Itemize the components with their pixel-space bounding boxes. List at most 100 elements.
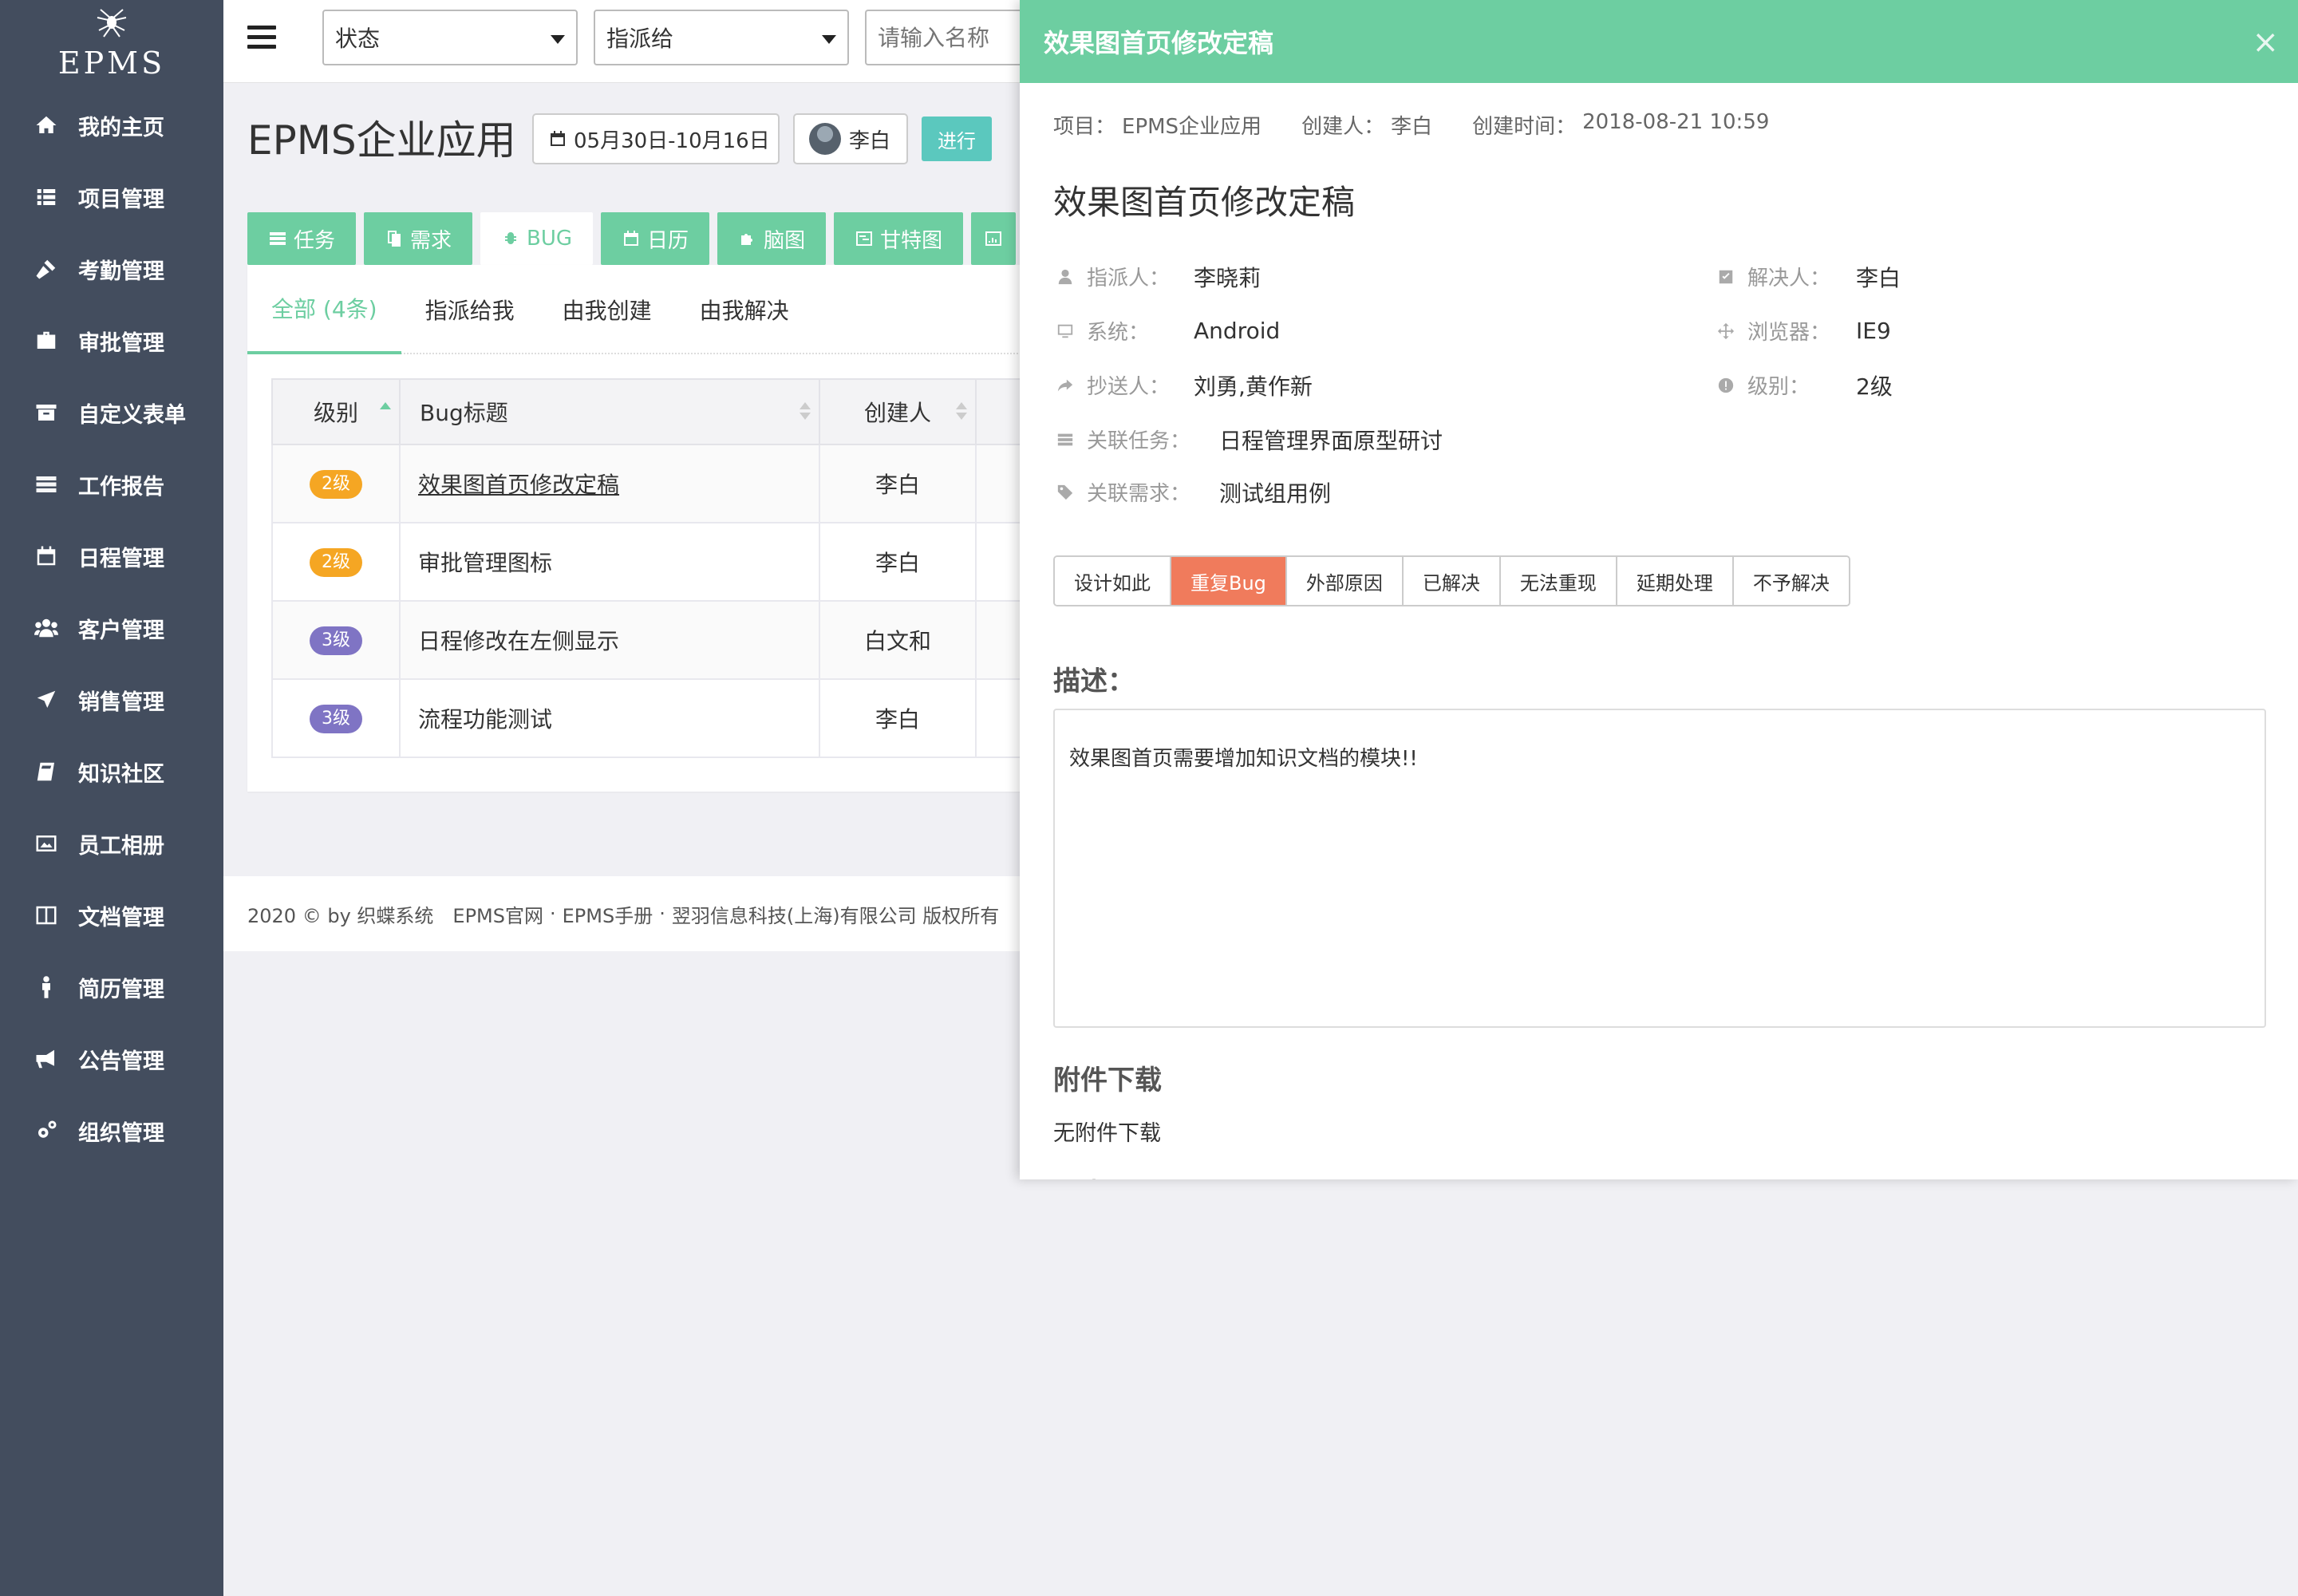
sidebar-item-notices[interactable]: 公告管理 [0,1023,223,1095]
subtab-all[interactable]: 全部 (4条) [247,265,401,354]
sidebar-item-approval[interactable]: 审批管理 [0,305,223,377]
table-row[interactable]: 3级 流程功能测试 李白 [271,678,1021,758]
sidebar-item-attendance[interactable]: 考勤管理 [0,233,223,305]
status-select[interactable]: 状态 [322,10,578,65]
action-wont-fix[interactable]: 不予解决 [1733,557,1849,605]
sidebar-item-documents[interactable]: 文档管理 [0,879,223,951]
sidebar-item-reports[interactable]: 工作报告 [0,448,223,520]
footer-link-manual[interactable]: EPMS手册 [563,900,653,928]
sidebar-item-label: 组织管理 [78,1120,164,1146]
table-row[interactable]: 3级 日程修改在左侧显示 白文和 [271,600,1021,680]
gavel-icon [32,255,61,283]
sidebar-item-schedule[interactable]: 日程管理 [0,520,223,592]
project-status-button[interactable]: 进行 [922,117,992,161]
field-value: 李晓莉 [1194,264,1262,291]
field-value[interactable]: 日程管理界面原型研讨 [1219,424,1443,456]
archive-icon [32,398,61,427]
logo[interactable]: EPMS [0,0,223,86]
table-row[interactable]: 2级 审批管理图标 李白 [271,522,1021,602]
tab-tasks[interactable]: 任务 [247,212,357,265]
picture-icon [32,829,61,858]
action-by-design[interactable]: 设计如此 [1055,557,1171,605]
header-label: 创建人 [863,400,931,426]
bug-title: 效果图首页修改定稿 [1053,183,1356,222]
user-icon [1053,265,1077,289]
level-badge: 3级 [310,705,362,733]
sidebar-item-organization[interactable]: 组织管理 [0,1095,223,1167]
table-row[interactable]: 2级 效果图首页修改定稿 李白 [271,444,1021,523]
description-heading: 描述： [1053,666,1135,697]
bug-title-link[interactable]: 效果图首页修改定稿 [418,472,619,498]
field-value: 2级 [1856,373,1893,400]
footer-copyright: 2020 © by 织蝶系统 [247,904,434,927]
tasks-icon [1053,428,1077,452]
action-postpone[interactable]: 延期处理 [1617,557,1734,605]
subtab-resolved-by-me[interactable]: 由我解决 [676,265,813,354]
tab-report[interactable] [971,212,1017,265]
action-duplicate-bug[interactable]: 重复Bug [1171,557,1287,605]
sidebar-item-customers[interactable]: 客户管理 [0,592,223,664]
column-header-creator[interactable]: 创建人 [819,378,977,445]
tab-gantt[interactable]: 甘特图 [834,212,964,265]
chevron-down-icon [551,35,565,44]
subtab-assigned-to-me[interactable]: 指派给我 [401,265,539,354]
tab-bug[interactable]: BUG [480,212,594,265]
extra-cell [975,522,1021,602]
creator-cell: 白文和 [819,600,977,680]
tab-label: 日历 [647,228,689,253]
sidebar-item-label: 员工相册 [78,833,164,859]
sidebar-item-album[interactable]: 员工相册 [0,808,223,879]
tab-label: 甘特图 [880,228,943,253]
sidebar-item-sales[interactable]: 销售管理 [0,664,223,736]
drawer-header: 效果图首页修改定稿 × [1020,0,2298,83]
date-range-button[interactable]: 05月30日-10月16日 [532,113,780,164]
field-resolver: 解决人： 李白 [1714,262,1901,291]
subtab-created-by-me[interactable]: 由我创建 [539,265,676,354]
menu-toggle-icon[interactable] [247,26,276,54]
desktop-icon [1053,319,1077,343]
tab-mindmap[interactable]: 脑图 [717,212,827,265]
column-header-level[interactable]: 级别 [271,378,401,445]
bug-title[interactable]: 日程修改在左侧显示 [418,628,619,654]
sidebar-item-label: 销售管理 [78,689,164,715]
sidebar-item-custom-form[interactable]: 自定义表单 [0,377,223,448]
assignee-select[interactable]: 指派给 [594,10,849,65]
sidebar-item-label: 审批管理 [78,330,164,356]
level-cell: 2级 [271,444,401,523]
meta-label: 创建人： [1301,115,1385,139]
bug-title[interactable]: 审批管理图标 [418,550,552,576]
project-user-button[interactable]: 李白 [793,113,908,164]
search-input[interactable] [865,10,1040,65]
creator-cell: 李白 [819,444,977,523]
tab-requirements[interactable]: 需求 [364,212,473,265]
exclamation-icon [1714,373,1738,397]
sidebar: EPMS 我的主页 项目管理 考勤管理 审批管理 自定义表单 工作报告 日程管理… [0,0,223,1596]
action-external-cause[interactable]: 外部原因 [1286,557,1404,605]
column-header-title[interactable]: Bug标题 [399,378,820,445]
project-title: EPMS企业应用 [247,117,516,164]
sidebar-item-home[interactable]: 我的主页 [0,89,223,161]
creator-cell: 李白 [819,678,977,758]
field-label: 抄送人： [1087,375,1171,399]
sidebar-item-knowledge[interactable]: 知识社区 [0,736,223,808]
book-icon [32,757,61,786]
action-resolved[interactable]: 已解决 [1403,557,1501,605]
bug-table: 级别 Bug标题 创建人 2级 效果图首页修改定稿 李白 2级 审批管理图标 李… [271,378,1021,758]
field-value: IE9 [1856,318,1891,344]
tab-calendar[interactable]: 日历 [601,212,710,265]
sidebar-item-projects[interactable]: 项目管理 [0,161,223,233]
sidebar-item-label: 日程管理 [78,546,164,571]
close-icon[interactable]: × [2252,24,2279,61]
checkbox-icon [1714,265,1738,289]
sidebar-item-resumes[interactable]: 简历管理 [0,951,223,1023]
field-value[interactable]: 测试组用例 [1219,476,1331,508]
tab-label: 脑图 [764,228,806,253]
field-label: 级别： [1747,375,1810,399]
field-label: 指派人： [1087,267,1171,290]
action-cannot-reproduce[interactable]: 无法重现 [1500,557,1617,605]
puzzle-icon [741,234,753,245]
cogs-icon [32,1116,61,1145]
columns-icon [32,901,61,930]
bug-title[interactable]: 流程功能测试 [418,706,552,733]
footer-link-site[interactable]: EPMS官网 [452,900,543,928]
